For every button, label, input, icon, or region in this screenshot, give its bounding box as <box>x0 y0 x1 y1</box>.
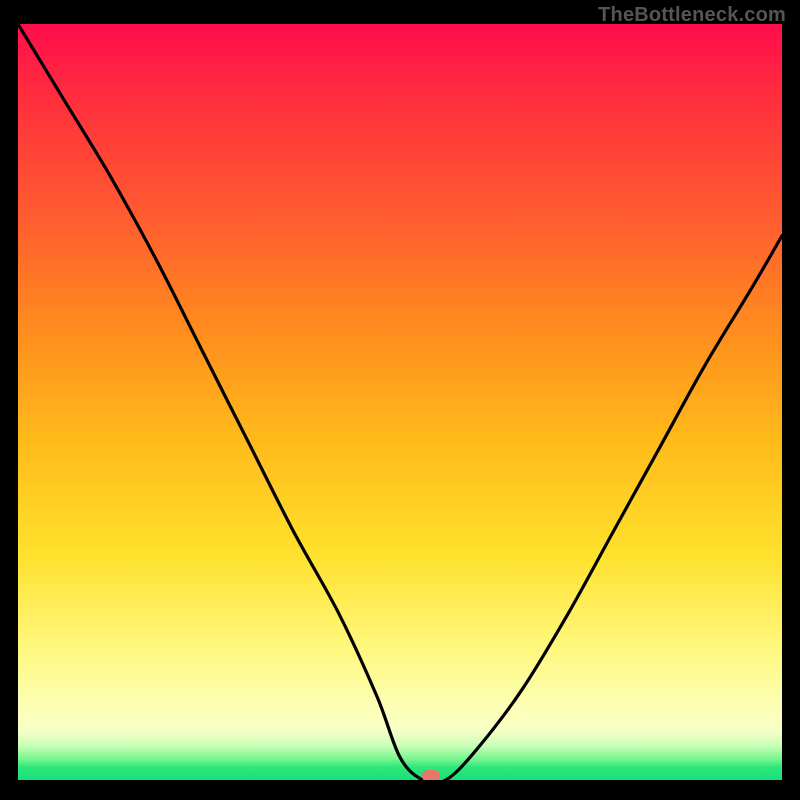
min-marker <box>422 770 440 780</box>
curve-layer <box>18 24 782 780</box>
watermark-text: TheBottleneck.com <box>598 4 786 27</box>
chart-frame: TheBottleneck.com <box>0 0 800 800</box>
bottleneck-curve <box>18 24 782 780</box>
plot-area <box>18 24 782 780</box>
